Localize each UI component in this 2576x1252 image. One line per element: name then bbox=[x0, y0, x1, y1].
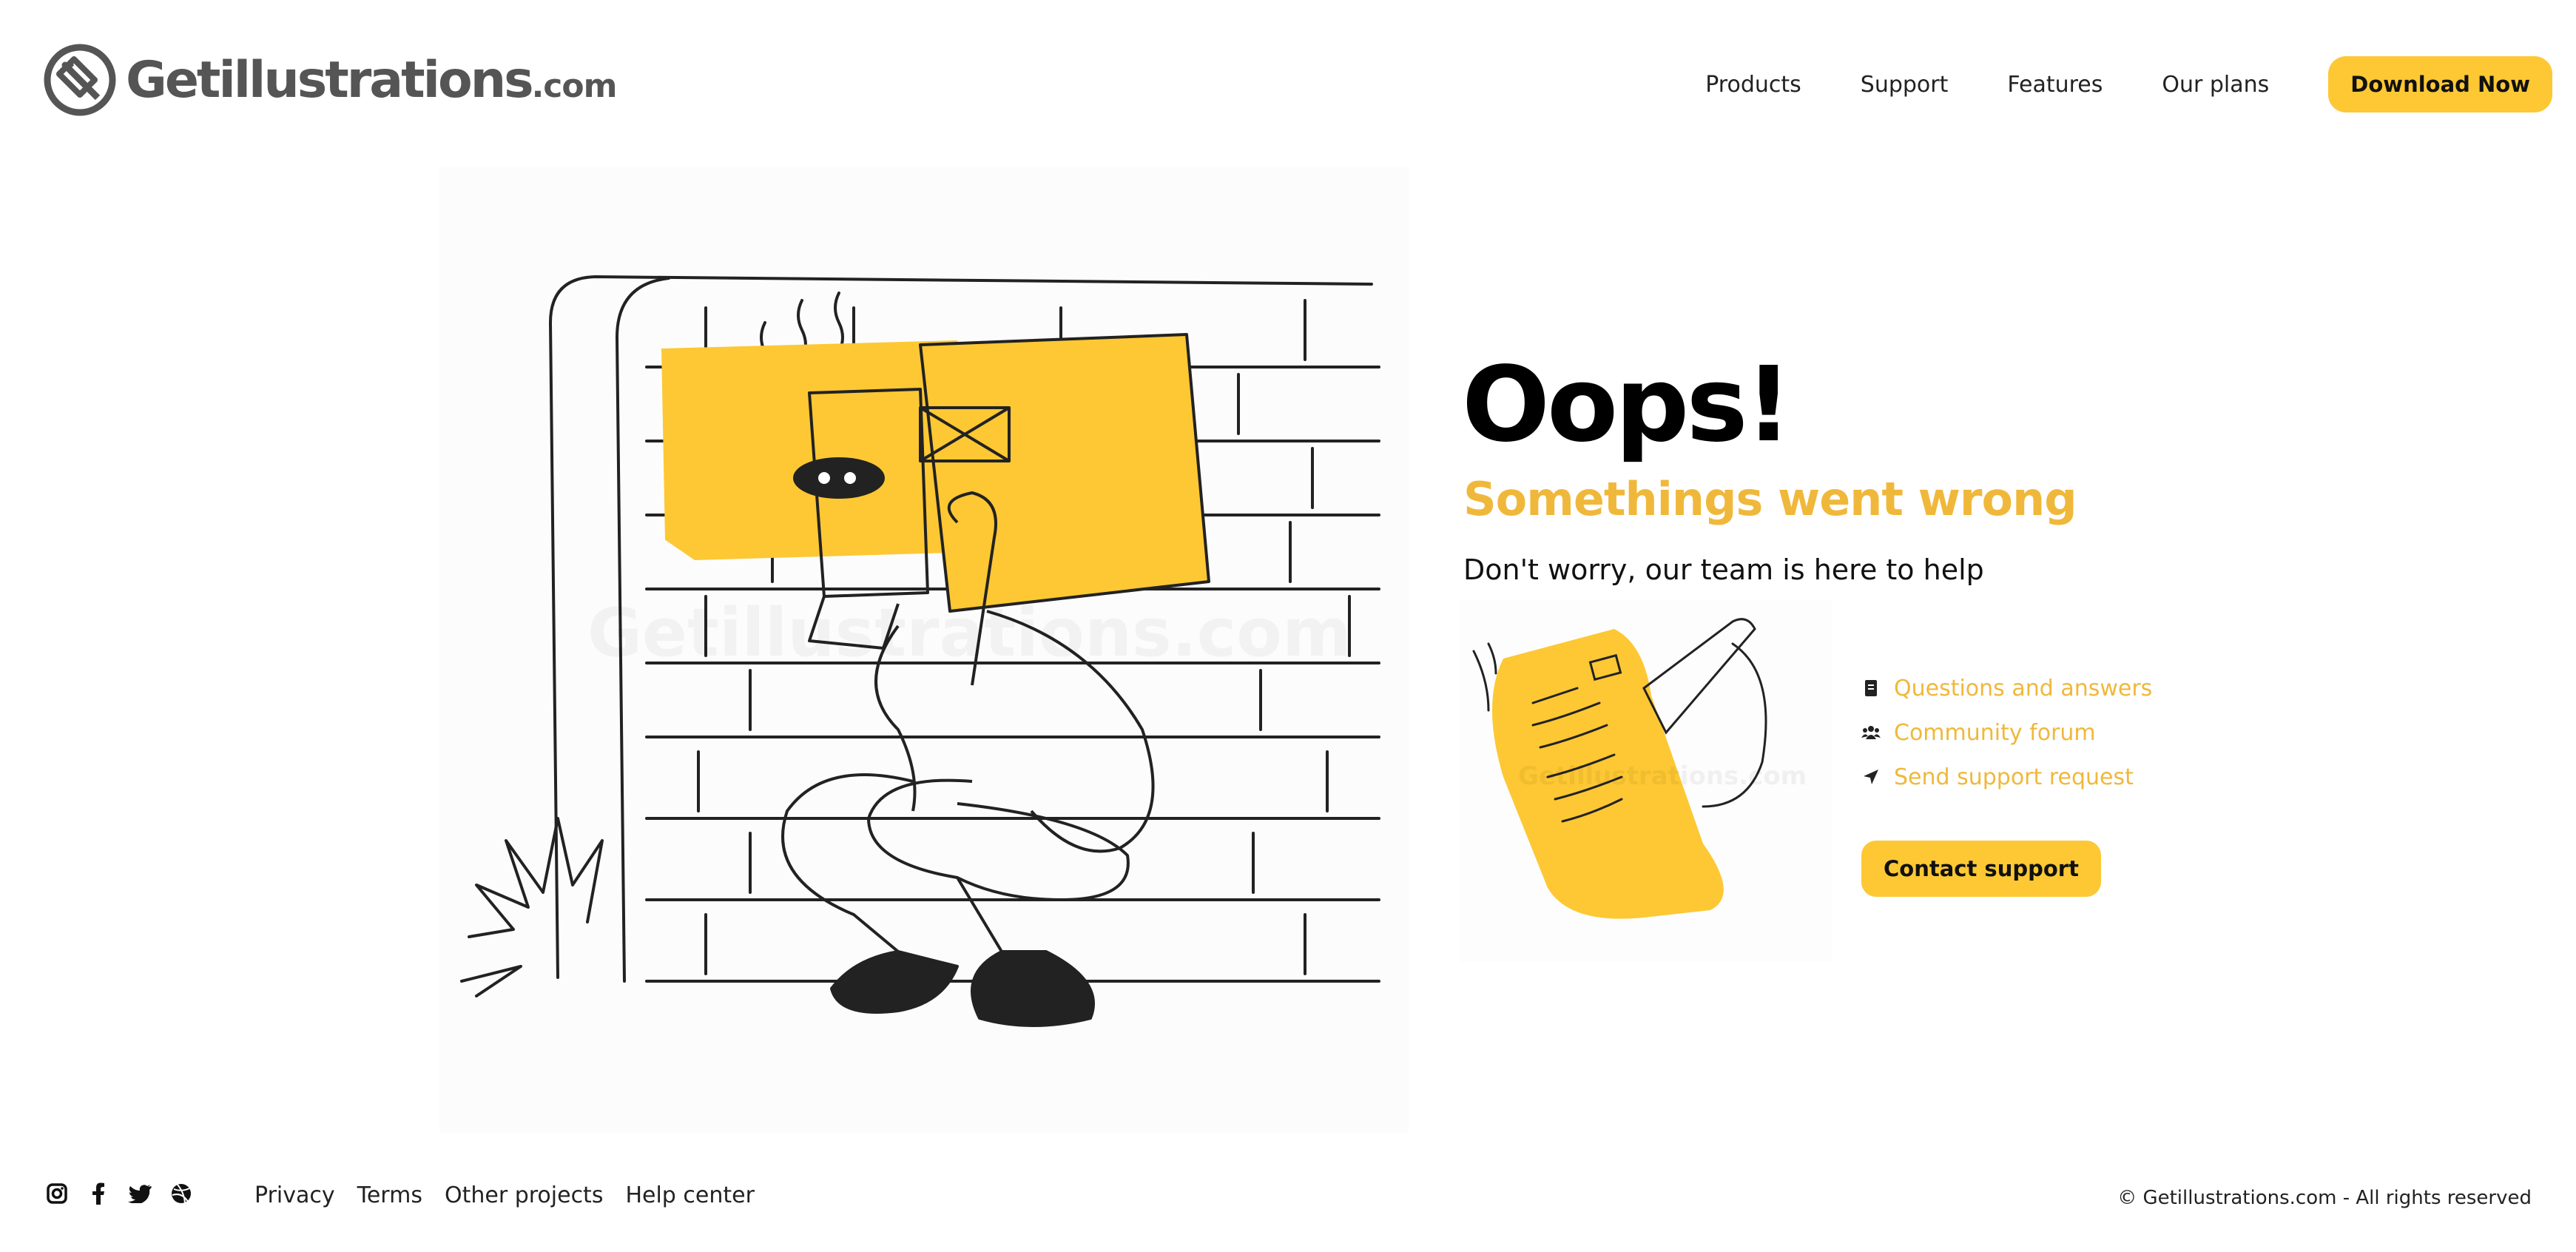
man-with-box-illustration: Getillustrations.com bbox=[460, 275, 1380, 1027]
support-links: Questions and answers Community forum Se… bbox=[1861, 666, 2152, 799]
page-title: Oops! bbox=[1462, 345, 1793, 465]
brand-name: Getillustrations bbox=[126, 50, 534, 110]
support-watermark: Getillustrations.com bbox=[1518, 761, 1807, 791]
footer-links: Privacy Terms Other projects Help center bbox=[254, 1182, 777, 1208]
brand-wordmark: Getillustrations.com bbox=[126, 50, 618, 110]
download-now-button[interactable]: Download Now bbox=[2328, 56, 2552, 112]
document-icon bbox=[1861, 679, 1881, 698]
users-icon bbox=[1861, 723, 1881, 742]
link-label: Questions and answers bbox=[1894, 675, 2153, 701]
footer-link-terms[interactable]: Terms bbox=[357, 1182, 422, 1208]
hero-illustration: Getillustrations.com bbox=[439, 167, 1409, 1134]
page-subtitle: Somethings went wrong bbox=[1463, 472, 2077, 526]
link-send-support-request[interactable]: Send support request bbox=[1861, 755, 2152, 799]
twitter-icon[interactable] bbox=[127, 1181, 152, 1206]
facebook-icon[interactable] bbox=[86, 1181, 111, 1206]
footer-link-help-center[interactable]: Help center bbox=[625, 1182, 754, 1208]
nav-our-plans[interactable]: Our plans bbox=[2162, 72, 2269, 98]
link-community-forum[interactable]: Community forum bbox=[1861, 710, 2152, 755]
instagram-icon[interactable] bbox=[44, 1181, 70, 1206]
social-icons bbox=[44, 1181, 210, 1206]
link-questions-answers[interactable]: Questions and answers bbox=[1861, 666, 2152, 710]
brand-suffix: .com bbox=[531, 67, 618, 105]
nav-support[interactable]: Support bbox=[1861, 72, 1949, 98]
copyright-text: © Getillustrations.com - All rights rese… bbox=[2117, 1187, 2532, 1209]
dribbble-icon[interactable] bbox=[169, 1181, 194, 1206]
footer-link-privacy[interactable]: Privacy bbox=[254, 1182, 335, 1208]
link-label: Send support request bbox=[1894, 764, 2134, 790]
send-icon bbox=[1861, 767, 1881, 787]
link-label: Community forum bbox=[1894, 719, 2096, 746]
writing-document-illustration: Getillustrations.com bbox=[1472, 618, 1807, 919]
nav-features[interactable]: Features bbox=[2007, 72, 2103, 98]
nav-products[interactable]: Products bbox=[1705, 72, 1801, 98]
main-nav: Products Support Features Our plans Down… bbox=[1705, 56, 2552, 112]
footer-link-other-projects[interactable]: Other projects bbox=[445, 1182, 603, 1208]
site-header: Getillustrations.com Products Support Fe… bbox=[0, 0, 2576, 170]
pencil-logo-icon bbox=[44, 44, 116, 116]
support-illustration: Getillustrations.com bbox=[1459, 599, 1832, 962]
page-tagline: Don't worry, our team is here to help bbox=[1463, 553, 1984, 586]
contact-support-button[interactable]: Contact support bbox=[1861, 841, 2101, 897]
hero-watermark: Getillustrations.com bbox=[587, 594, 1352, 672]
brand-logo[interactable]: Getillustrations.com bbox=[43, 43, 618, 117]
